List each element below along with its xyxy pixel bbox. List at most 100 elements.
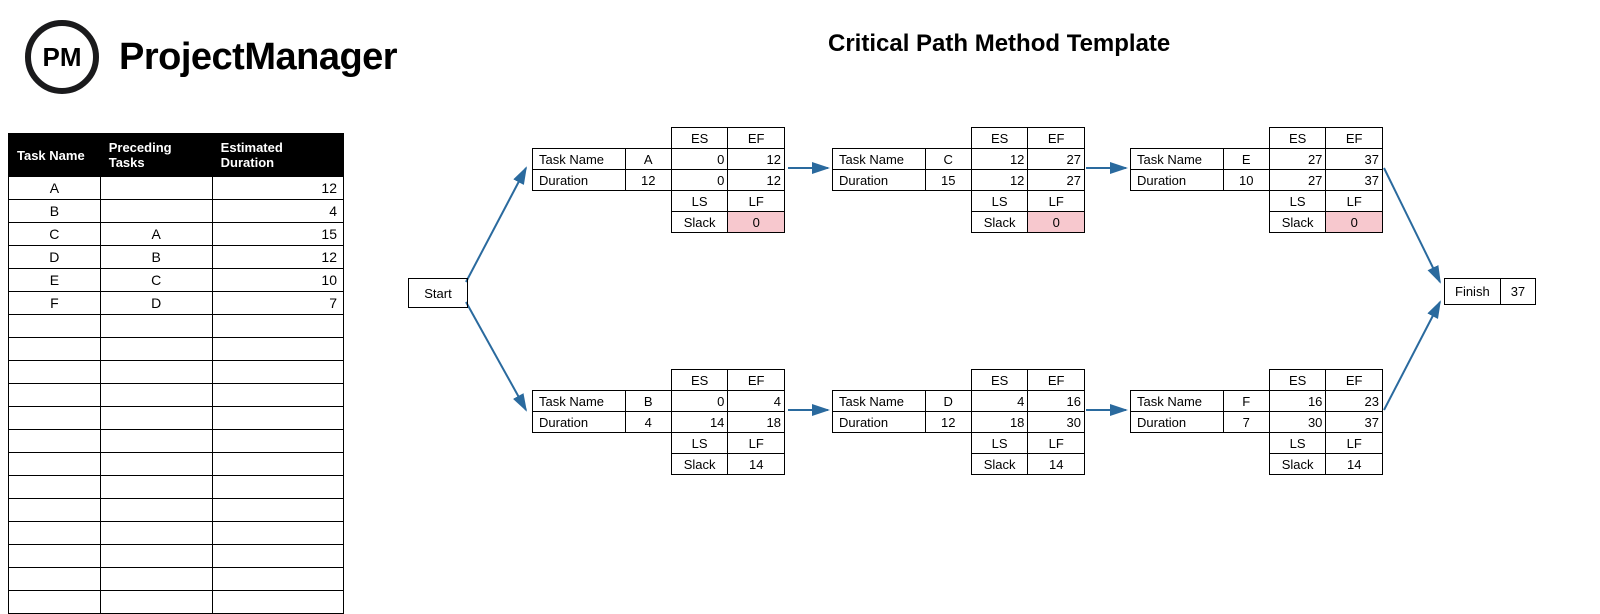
page-title: Critical Path Method Template: [828, 30, 1170, 58]
ls-value: 12: [971, 170, 1028, 191]
table-cell: 15: [212, 223, 343, 246]
ls-header: LS: [1269, 433, 1326, 454]
table-cell: [100, 430, 212, 453]
task-name: E: [1223, 149, 1269, 170]
table-cell: [9, 568, 101, 591]
table-cell: [9, 499, 101, 522]
table-cell: B: [9, 200, 101, 223]
table-cell: 12: [212, 246, 343, 269]
slack-label: Slack: [1269, 454, 1326, 475]
lf-value: 18: [728, 412, 785, 433]
table-cell: [9, 591, 101, 614]
table-cell: 10: [212, 269, 343, 292]
lf-header: LF: [1326, 433, 1383, 454]
brand-initials: PM: [43, 42, 82, 73]
finish-value: 37: [1501, 279, 1535, 304]
ls-header: LS: [671, 433, 728, 454]
lf-header: LF: [728, 433, 785, 454]
table-row: [9, 499, 344, 522]
es-header: ES: [1269, 128, 1326, 149]
ef-value: 4: [728, 391, 785, 412]
ls-header: LS: [971, 191, 1028, 212]
table-cell: [9, 476, 101, 499]
es-value: 27: [1269, 149, 1326, 170]
es-value: 12: [971, 149, 1028, 170]
table-cell: D: [9, 246, 101, 269]
th-task-name: Task Name: [9, 134, 101, 177]
ef-header: EF: [728, 370, 785, 391]
table-cell: [100, 200, 212, 223]
node-c: ESEFTask NameC1227Duration151227LSLFSlac…: [832, 127, 1085, 233]
task-table: Task Name Preceding Tasks Estimated Dura…: [8, 133, 344, 614]
table-cell: [212, 568, 343, 591]
duration-label: Duration: [1131, 412, 1224, 433]
slack-label: Slack: [671, 454, 728, 475]
taskname-label: Task Name: [833, 149, 926, 170]
ef-header: EF: [1028, 370, 1085, 391]
duration-label: Duration: [833, 170, 926, 191]
start-node: Start: [408, 278, 468, 308]
duration-value: 10: [1223, 170, 1269, 191]
table-row: [9, 568, 344, 591]
duration-label: Duration: [1131, 170, 1224, 191]
table-cell: F: [9, 292, 101, 315]
table-row: [9, 453, 344, 476]
table-cell: [212, 499, 343, 522]
slack-value: 0: [1326, 212, 1383, 233]
table-cell: D: [100, 292, 212, 315]
node-d: ESEFTask NameD416Duration121830LSLFSlack…: [832, 369, 1085, 475]
table-cell: [212, 545, 343, 568]
table-cell: [9, 361, 101, 384]
ef-value: 37: [1326, 149, 1383, 170]
table-row: [9, 315, 344, 338]
table-cell: [212, 315, 343, 338]
table-row: [9, 361, 344, 384]
table-cell: [100, 315, 212, 338]
ef-value: 12: [728, 149, 785, 170]
slack-label: Slack: [1269, 212, 1326, 233]
ls-value: 27: [1269, 170, 1326, 191]
slack-label: Slack: [971, 212, 1028, 233]
slack-label: Slack: [671, 212, 728, 233]
table-row: [9, 407, 344, 430]
ef-header: EF: [1326, 370, 1383, 391]
table-row: [9, 476, 344, 499]
task-name: B: [625, 391, 671, 412]
es-header: ES: [971, 370, 1028, 391]
table-cell: [212, 591, 343, 614]
ef-header: EF: [1326, 128, 1383, 149]
table-cell: [100, 499, 212, 522]
table-cell: [100, 545, 212, 568]
ls-header: LS: [1269, 191, 1326, 212]
taskname-label: Task Name: [533, 391, 626, 412]
th-preceding: Preceding Tasks: [100, 134, 212, 177]
table-row: [9, 522, 344, 545]
duration-label: Duration: [533, 170, 626, 191]
es-header: ES: [1269, 370, 1326, 391]
taskname-label: Task Name: [833, 391, 926, 412]
table-cell: [100, 591, 212, 614]
table-cell: [100, 453, 212, 476]
ef-value: 23: [1326, 391, 1383, 412]
ef-header: EF: [728, 128, 785, 149]
ls-value: 18: [971, 412, 1028, 433]
start-label: Start: [424, 286, 451, 301]
table-row: FD7: [9, 292, 344, 315]
task-name: C: [925, 149, 971, 170]
node-e: ESEFTask NameE2737Duration102737LSLFSlac…: [1130, 127, 1383, 233]
duration-value: 15: [925, 170, 971, 191]
table-cell: [212, 361, 343, 384]
table-row: DB12: [9, 246, 344, 269]
duration-value: 4: [625, 412, 671, 433]
table-cell: [9, 453, 101, 476]
lf-value: 37: [1326, 170, 1383, 191]
es-header: ES: [671, 370, 728, 391]
ef-value: 16: [1028, 391, 1085, 412]
table-cell: [212, 384, 343, 407]
table-row: [9, 545, 344, 568]
slack-value: 14: [728, 454, 785, 475]
table-cell: [100, 384, 212, 407]
table-row: [9, 338, 344, 361]
slack-value: 14: [1028, 454, 1085, 475]
table-cell: [9, 384, 101, 407]
